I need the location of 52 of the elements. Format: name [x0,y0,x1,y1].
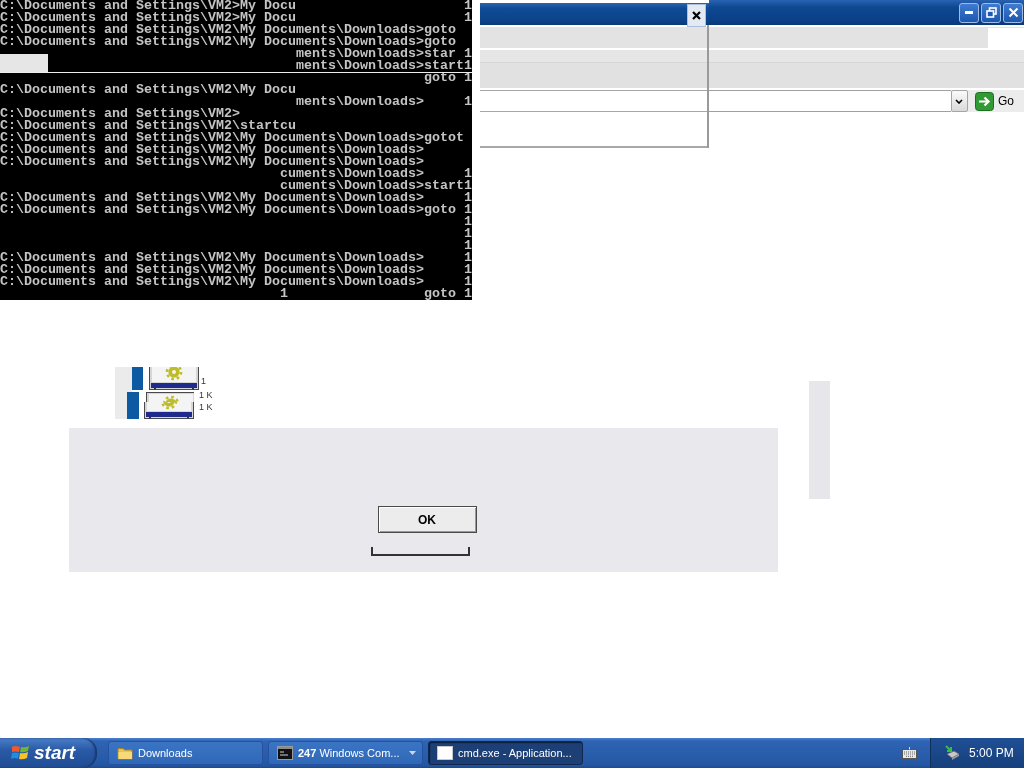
console-text: cuments\Downloads>start1 [279,178,472,193]
console-text: 1 [463,250,472,265]
console-text: 1 [463,10,472,25]
console-text: C:\Documents and Settings\VM2\My Documents\Downloads> [0,250,424,265]
console-text: C:\Documents and Settings\VM2\My Docu [0,82,296,97]
ok-button[interactable]: OK [377,506,477,533]
console-text: 1 [463,0,472,13]
minimize-button[interactable] [959,2,979,23]
taskbar-button[interactable]: 247 Windows Com... [268,741,423,765]
flag-icon [11,744,30,762]
console-text: 1 [463,274,472,289]
start-button[interactable]: start [0,738,97,768]
close-button[interactable] [687,4,706,27]
console-text: 1 [463,214,472,229]
close-icon [692,11,701,20]
gear-window-icon [149,367,199,390]
console-text: ments\Downloads>start1 [295,58,472,73]
taskbar-button[interactable]: cmd.exe - Application... [428,741,583,765]
console-text: C:\Documents and Settings\VM2> [0,106,240,121]
close-icon [1007,7,1019,18]
file-size: 1 [201,376,206,386]
console-text: ments\Downloads> [295,94,424,109]
console-text: 1 [279,286,288,300]
edge-strip [127,392,139,419]
console-text: goto 1 [423,286,472,300]
restore-button[interactable] [981,2,1001,23]
file-size: 1 K [199,402,213,412]
taskbar-button[interactable]: Downloads [108,741,263,765]
address-field[interactable] [480,90,707,112]
close-button[interactable] [1003,2,1023,23]
device-arrow-icon[interactable] [944,745,960,761]
console-text: cuments\Downloads> [279,166,424,181]
address-field[interactable] [709,90,951,112]
console-text: 1 [463,262,472,277]
caret-icon [955,98,964,104]
console-icon [277,746,293,760]
console-text: C:\Documents and Settings\VM2\My Documents\Downloads> [0,190,424,205]
clock: 5:00 PM [969,746,1014,760]
edge-strip [132,367,143,390]
console-text: C:\Documents and Settings\VM2>My Docu [0,0,296,13]
console-text: 1 [463,166,472,181]
console-text: 1 [463,238,472,253]
minimize-icon [965,11,973,14]
console-text: 1 [463,190,472,205]
keyboard-icon[interactable] [902,747,917,759]
console-text: 1 [463,94,472,109]
console-text: 1 [463,226,472,241]
folder-icon [117,746,133,760]
file-size: 1 K [199,390,213,400]
window-icon [437,746,453,760]
go-button[interactable]: Go [975,90,1024,112]
restore-icon [985,7,997,18]
